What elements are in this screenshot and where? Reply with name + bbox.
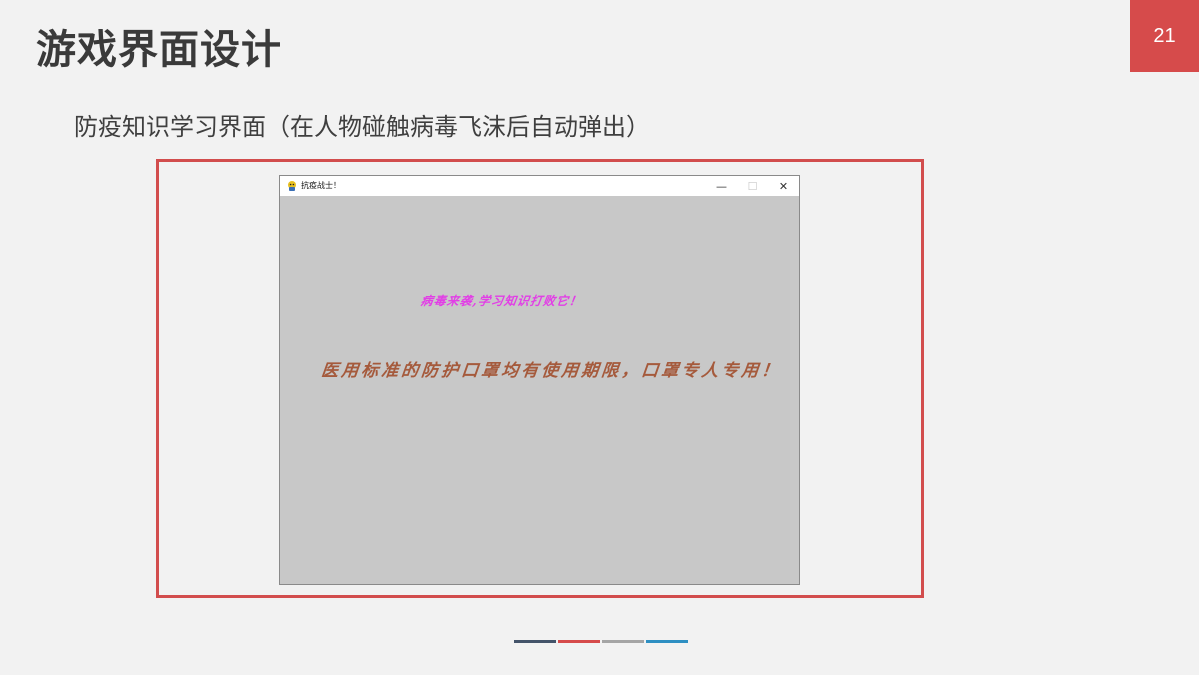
game-canvas[interactable]: 病毒来袭,学习知识打败它！ 医用标准的防护口罩均有使用期限，口罩专人专用！ [280,196,799,584]
minimize-icon[interactable]: — [706,176,737,196]
footer-bar-2 [558,640,600,643]
maximize-icon[interactable]: ☐ [737,176,768,196]
game-window: 抗疫战士！ — ☐ ✕ 病毒来袭,学习知识打败它！ 医用标准的防护口罩均有使用期… [279,175,800,585]
slide-title: 游戏界面设计 [36,27,282,73]
pygame-snake-icon [288,181,296,191]
page-number: 21 [1153,24,1176,47]
knowledge-tip-text: 医用标准的防护口罩均有使用期限，口罩专人专用！ [320,361,783,381]
window-controls: — ☐ ✕ [706,176,799,196]
window-title: 抗疫战士！ [301,181,341,190]
footer-bar-4 [646,640,688,643]
page-number-badge: 21 [1130,0,1199,72]
virus-prompt-text: 病毒来袭,学习知识打败它！ [419,294,584,308]
slide-subtitle: 防疫知识学习界面（在人物碰触病毒飞沫后自动弹出） [74,113,650,141]
close-icon[interactable]: ✕ [768,176,799,196]
footer-bar-1 [514,640,556,643]
window-titlebar[interactable]: 抗疫战士！ — ☐ ✕ [280,176,799,196]
footer-bar-3 [602,640,644,643]
